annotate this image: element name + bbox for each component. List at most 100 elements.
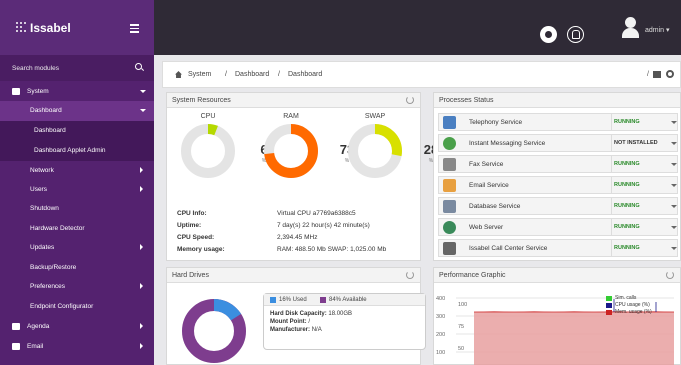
sidebar-item-label: Users: [30, 186, 47, 193]
process-row[interactable]: Email Service RUNNING: [438, 176, 678, 194]
used-swatch: [270, 297, 276, 303]
info-key: CPU Speed:: [177, 234, 215, 241]
info-value: 7 day(s) 22 hour(s) 42 minute(s): [277, 222, 370, 229]
info-value: 2,394.45 MHz: [277, 234, 318, 241]
process-status: RUNNING: [614, 119, 640, 125]
refresh-icon[interactable]: [666, 271, 674, 279]
sidebar-item-label: Hardware Detector: [30, 225, 85, 232]
menu-toggle-icon[interactable]: [130, 24, 139, 35]
sidebar-item-updates[interactable]: Updates: [0, 238, 154, 258]
sidebar-item-label: Endpoint Configurator: [30, 303, 94, 310]
info-icon[interactable]: [540, 26, 557, 43]
y-tick: 100: [436, 350, 445, 356]
swap-gauge-ring: [348, 124, 402, 178]
avatar[interactable]: [622, 17, 639, 38]
breadcrumb-dashboard[interactable]: Dashboard: [235, 71, 269, 78]
process-name: Issabel Call Center Service: [469, 245, 548, 252]
applet-list-icon[interactable]: [653, 71, 661, 78]
chevron-down-icon[interactable]: [671, 121, 677, 124]
chevron-down-icon: [140, 109, 146, 112]
memory-usage-area: [474, 311, 674, 365]
ram-gauge-ring: [264, 124, 318, 178]
toolbar-separator: /: [647, 71, 649, 78]
search-input[interactable]: Search modules: [12, 65, 59, 72]
disk-usage-ring: [182, 299, 246, 363]
settings-icon[interactable]: [666, 70, 674, 78]
sidebar-item-hardware-detector[interactable]: Hardware Detector: [0, 219, 154, 239]
sidebar-item-network[interactable]: Network: [0, 161, 154, 181]
process-row[interactable]: Issabel Call Center Service RUNNING: [438, 239, 678, 257]
process-row[interactable]: Web Server RUNNING: [438, 218, 678, 236]
panel-title: Hard Drives: [172, 272, 209, 279]
sidebar-item-agenda[interactable]: Agenda: [0, 317, 154, 337]
ram-gauge: 73 %: [263, 123, 354, 179]
bell-icon[interactable]: [567, 26, 584, 43]
chevron-down-icon[interactable]: [671, 205, 677, 208]
legend-label: Sim. calls: [615, 295, 637, 301]
panel-title: Processes Status: [439, 97, 494, 104]
chevron-down-icon[interactable]: [671, 226, 677, 229]
chevron-right-icon: [140, 244, 143, 250]
chevron-right-icon: [140, 343, 143, 349]
sidebar-item-preferences[interactable]: Preferences: [0, 277, 154, 297]
panel-title: Performance Graphic: [439, 272, 506, 279]
sidebar-item-endpoint-configurator[interactable]: Endpoint Configurator: [0, 297, 154, 317]
process-status: NOT INSTALLED: [614, 140, 658, 146]
info-value: RAM: 488.50 Mb SWAP: 1,025.00 Mb: [277, 246, 387, 253]
y-tick: 300: [436, 314, 445, 320]
sidebar-item-shutdown[interactable]: Shutdown: [0, 199, 154, 219]
sidebar-item-label: Updates: [30, 244, 55, 251]
chevron-right-icon: [140, 167, 143, 173]
sidebar-item-label: Dashboard: [30, 107, 62, 114]
sidebar-item-dashboard-sub[interactable]: Dashboard: [0, 121, 154, 141]
database-icon: [443, 200, 456, 213]
sidebar-item-backup-restore[interactable]: Backup/Restore: [0, 258, 154, 278]
gauge-label-cpu: CPU: [200, 113, 216, 120]
info-key: CPU Info:: [177, 210, 207, 217]
process-row[interactable]: Fax Service RUNNING: [438, 155, 678, 173]
panel-title: System Resources: [172, 97, 231, 104]
legend-label: Mem. usage (%): [615, 309, 652, 315]
breadcrumb-separator: /: [278, 71, 280, 78]
breadcrumb: System / Dashboard / Dashboard /: [162, 61, 681, 88]
refresh-icon[interactable]: [406, 271, 414, 279]
sidebar-item-system[interactable]: System: [0, 82, 154, 102]
gauge-label-swap: SWAP: [364, 113, 386, 120]
globe-icon: [443, 221, 456, 234]
process-name: Instant Messaging Service: [469, 140, 546, 147]
search-modules[interactable]: Search modules: [0, 55, 154, 81]
chevron-down-icon[interactable]: [671, 163, 677, 166]
disk-mount-point: Mount Point: /: [270, 319, 310, 325]
swap-gauge: 28 %: [347, 123, 438, 179]
process-status: RUNNING: [614, 203, 640, 209]
sidebar-item-users[interactable]: Users: [0, 180, 154, 200]
chevron-down-icon: [140, 90, 146, 93]
sidebar-item-label: Dashboard: [34, 127, 66, 134]
process-name: Database Service: [469, 203, 521, 210]
sidebar-item-dashboard[interactable]: Dashboard: [0, 101, 154, 121]
process-row[interactable]: Telephony Service RUNNING: [438, 113, 678, 131]
disk-usage-donut: 16 %: [181, 298, 288, 364]
book-icon: [12, 323, 20, 330]
home-icon[interactable]: [175, 71, 182, 78]
performance-legend: Sim. calls CPU usage (%) Mem. usage (%): [606, 295, 652, 316]
disk-info-box: 16% Used 84% Available Hard Disk Capacit…: [263, 293, 426, 350]
chevron-down-icon[interactable]: [671, 247, 677, 250]
chevron-right-icon: [140, 283, 143, 289]
breadcrumb-system[interactable]: System: [188, 71, 211, 78]
chevron-down-icon[interactable]: [671, 142, 677, 145]
refresh-icon[interactable]: [406, 96, 414, 104]
chevron-down-icon[interactable]: [671, 184, 677, 187]
available-swatch: [320, 297, 326, 303]
process-row[interactable]: Instant Messaging Service NOT INSTALLED: [438, 134, 678, 152]
process-row[interactable]: Database Service RUNNING: [438, 197, 678, 215]
search-icon[interactable]: [135, 63, 142, 70]
process-name: Fax Service: [469, 161, 504, 168]
performance-graphic-panel: Performance Graphic 400 300 200 100 100 …: [433, 267, 681, 365]
sidebar-item-email[interactable]: Email: [0, 337, 154, 357]
main-content: System / Dashboard / Dashboard / System …: [154, 55, 681, 365]
sidebar-item-dashboard-applet-admin[interactable]: Dashboard Applet Admin: [0, 141, 154, 161]
brand-name: Issabel: [30, 21, 71, 35]
info-key: Memory usage:: [177, 246, 225, 253]
user-menu[interactable]: admin ▾: [645, 26, 670, 34]
